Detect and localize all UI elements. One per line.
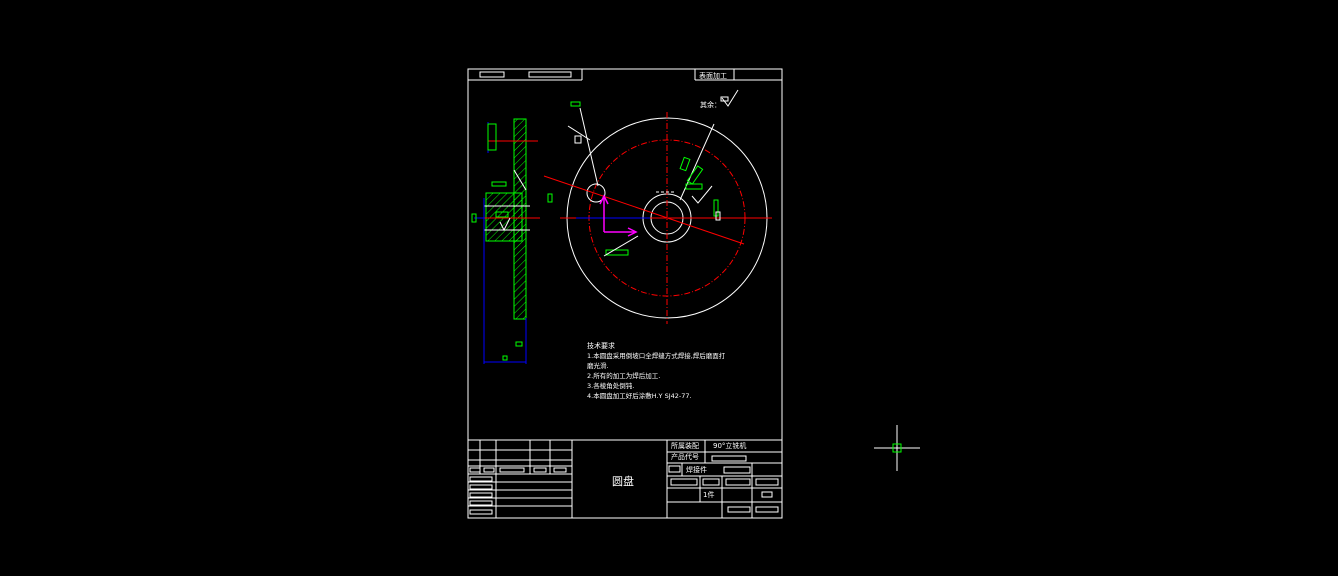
technical-requirements: 技术要求 1.本圆盘采用倒坡口全焊缝方式焊接,焊后磨面打 磨光滑. 2.所有的加… bbox=[587, 341, 726, 400]
tech-req-heading: 技术要求 bbox=[587, 341, 615, 350]
cad-model-space[interactable]: 表面加工 其余： 技术要求 1.本圆盘采用倒坡口全焊缝方式焊接,焊后磨面打 磨光… bbox=[0, 0, 1338, 576]
surface-finish-label: 表面加工 bbox=[699, 71, 727, 80]
tech-req-line-1: 1.本圆盘采用倒坡口全焊缝方式焊接,焊后磨面打 bbox=[587, 351, 726, 360]
crosshair-cursor-icon bbox=[874, 425, 920, 471]
weld-part-label: 焊接件 bbox=[686, 465, 707, 474]
part-name: 圆盘 bbox=[612, 474, 634, 488]
tech-req-line-5: 4.本圆盘加工好后涂敷H.Y SJ42-77. bbox=[587, 391, 692, 400]
other-finish-label: 其余： bbox=[700, 100, 721, 109]
machine-field-value: 90°立铣机 bbox=[713, 441, 746, 450]
tech-req-line-2: 磨光滑. bbox=[587, 361, 609, 370]
tech-req-line-4: 3.各棱角处倒钝. bbox=[587, 381, 634, 390]
front-view bbox=[543, 101, 772, 324]
quantity-label: 1件 bbox=[703, 490, 714, 499]
ucs-icon bbox=[599, 194, 638, 237]
roughness-symbol-icon bbox=[720, 89, 739, 107]
section-view bbox=[471, 118, 540, 364]
machine-field-label: 所属装配 bbox=[671, 441, 699, 450]
tech-req-line-3: 2.所有的加工为焊后加工. bbox=[587, 371, 660, 380]
product-code-label: 产品代号 bbox=[671, 452, 699, 461]
